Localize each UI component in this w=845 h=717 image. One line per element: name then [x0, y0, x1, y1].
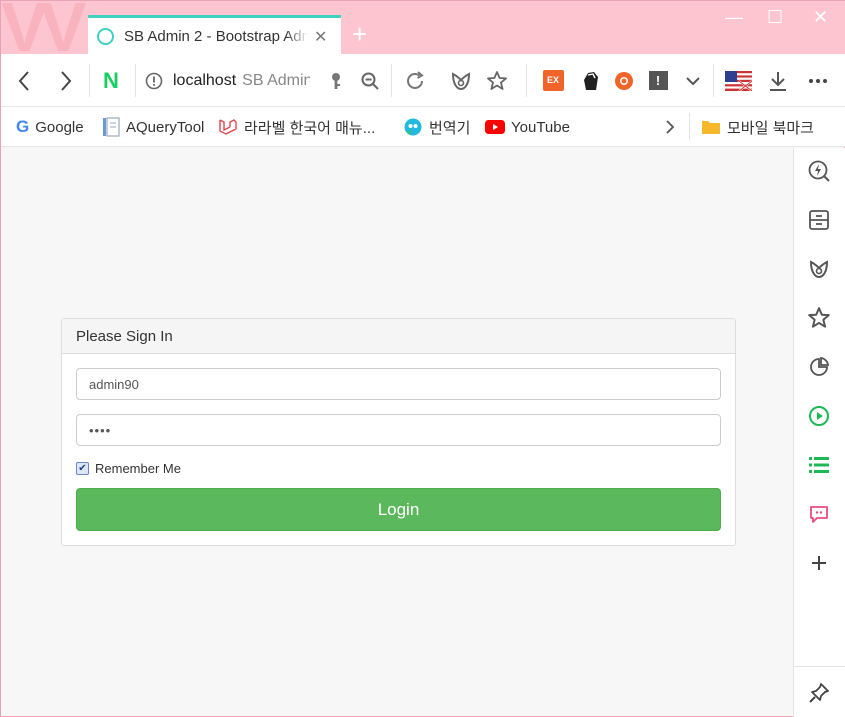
ex-badge: EX	[542, 70, 564, 91]
more-menu-icon[interactable]	[806, 54, 830, 107]
archive-icon[interactable]	[806, 207, 832, 233]
password-input[interactable]: ••••	[76, 414, 721, 446]
document-icon	[102, 117, 120, 137]
language-flag-icon[interactable]	[724, 54, 752, 107]
info-badge: !	[648, 71, 668, 90]
bookmarks-overflow-chevron-right-icon[interactable]	[665, 107, 675, 147]
minimize-button[interactable]: —	[725, 7, 743, 28]
chat-icon[interactable]	[806, 501, 832, 527]
glove-extension-icon[interactable]	[579, 54, 603, 107]
bookmark-star-icon[interactable]	[485, 54, 509, 107]
naver-home-button[interactable]: N	[98, 54, 124, 107]
search-lightning-icon[interactable]	[806, 158, 832, 184]
remember-me-checkbox[interactable]: ✔	[76, 462, 89, 475]
bookmark-label: 모바일 북마크	[727, 119, 814, 137]
google-icon: G	[16, 117, 30, 136]
active-tab[interactable]: SB Admin 2 - Bootstrap Admin Theme ✕	[88, 15, 341, 54]
site-info-icon[interactable]	[144, 54, 164, 107]
bookmark-aquerytool[interactable]: AQueryTool	[102, 107, 204, 147]
bookmarks-bar: G Google AQueryTool 라라벨 한국어 매뉴... 번역기 Yo…	[1, 107, 845, 147]
forward-icon	[61, 70, 72, 91]
close-window-button[interactable]: ✕	[813, 7, 828, 28]
remember-me-label: Remember Me	[95, 461, 181, 476]
bookmark-youtube[interactable]: YouTube	[485, 107, 570, 147]
bookmark-translator[interactable]: 번역기	[403, 107, 470, 147]
play-icon[interactable]	[806, 403, 832, 429]
bookmark-google[interactable]: G Google	[16, 107, 84, 147]
shield-icon[interactable]	[806, 256, 832, 282]
title-bar: VV SB Admin 2 - Bootstrap Admin Theme ✕ …	[1, 1, 845, 54]
add-panel-icon[interactable]	[806, 550, 832, 576]
username-input[interactable]: admin90	[76, 368, 721, 400]
side-panel	[793, 148, 845, 717]
navigation-bar: N localhost SB Admin 2 EX !	[1, 54, 845, 107]
address-bar[interactable]: localhost SB Admin 2	[173, 54, 310, 107]
maximize-button[interactable]: ☐	[767, 7, 783, 28]
favorites-star-icon[interactable]	[806, 305, 832, 331]
laravel-icon	[218, 118, 238, 136]
chart-pie-icon[interactable]	[806, 354, 832, 380]
info-extension-icon[interactable]: !	[647, 54, 669, 107]
reload-icon[interactable]	[403, 54, 427, 107]
ex-extension-icon[interactable]: EX	[542, 54, 564, 107]
bookmark-laravel[interactable]: 라라벨 한국어 매뉴...	[218, 107, 375, 147]
zoom-out-icon[interactable]	[359, 54, 381, 107]
key-icon[interactable]	[325, 54, 347, 107]
bookmark-label: Google	[35, 118, 84, 136]
remember-me-row: ✔ Remember Me	[76, 461, 181, 476]
new-tab-button[interactable]: +	[352, 21, 367, 47]
youtube-icon	[485, 120, 505, 134]
lifebuoy-extension-icon[interactable]	[612, 54, 636, 107]
login-panel: Please Sign In admin90 •••• ✔ Remember M…	[61, 318, 736, 546]
list-icon[interactable]	[806, 452, 832, 478]
tab-favicon-icon	[97, 28, 114, 45]
bookmark-mobile-folder[interactable]: 모바일 북마크	[701, 107, 814, 147]
login-panel-heading: Please Sign In	[62, 319, 735, 354]
pin-icon[interactable]	[806, 680, 832, 706]
back-icon	[18, 70, 29, 91]
tab-title: SB Admin 2 - Bootstrap Admin Theme	[124, 28, 308, 45]
extensions-chevron-down-icon[interactable]	[682, 54, 704, 107]
folder-icon	[701, 119, 721, 135]
whale-shield-icon[interactable]	[449, 54, 473, 107]
bookmark-label: AQueryTool	[126, 118, 205, 136]
back-button[interactable]	[11, 54, 37, 107]
address-host: localhost	[173, 71, 237, 89]
bookmark-label: 라라벨 한국어 매뉴...	[244, 119, 376, 137]
bookmark-label: 번역기	[429, 119, 471, 137]
login-button[interactable]: Login	[76, 488, 721, 531]
bookmark-label: YouTube	[511, 118, 570, 136]
tab-close-icon[interactable]: ✕	[314, 27, 327, 47]
download-icon[interactable]	[766, 54, 790, 107]
forward-button[interactable]	[53, 54, 79, 107]
papago-icon	[403, 117, 423, 137]
address-path: SB Admin 2	[242, 71, 311, 89]
